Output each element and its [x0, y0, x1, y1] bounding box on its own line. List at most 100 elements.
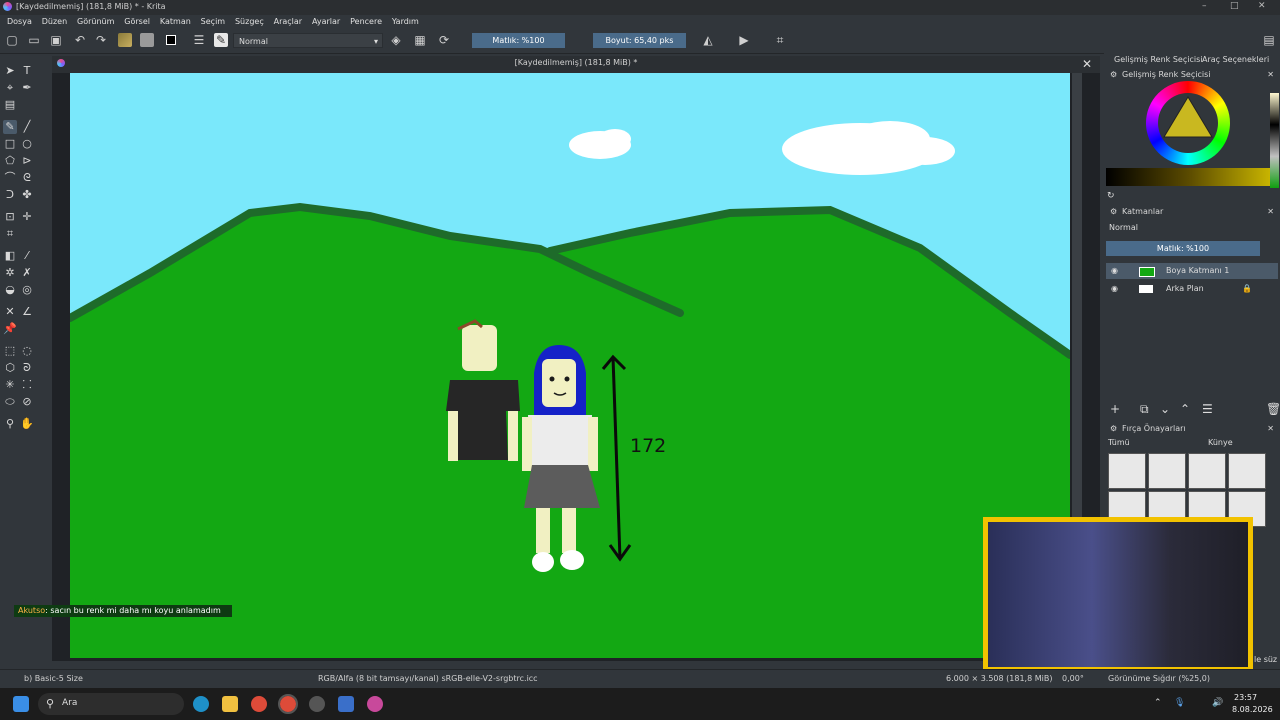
new-document-icon[interactable]: ▢	[5, 33, 19, 47]
patch-icon[interactable]: ▤	[3, 98, 17, 112]
layers-blend-select[interactable]: Normal	[1106, 221, 1259, 235]
eye-icon[interactable]: ◉	[1111, 281, 1118, 297]
select-shapes-icon[interactable]: ➤	[3, 64, 17, 78]
undo-icon[interactable]: ↶	[73, 33, 87, 47]
menu-view[interactable]: Görünüm	[77, 15, 114, 29]
close-icon[interactable]: ✕	[1267, 205, 1274, 218]
brush-settings-icon[interactable]: ☰	[192, 33, 206, 47]
layers-opacity-slider[interactable]: Matlık: %100	[1106, 241, 1260, 256]
text-tool-icon[interactable]: T	[20, 64, 34, 78]
bezier-select-icon[interactable]: ⬭	[3, 395, 17, 409]
obs-icon[interactable]	[309, 696, 325, 712]
app-icon[interactable]	[338, 696, 354, 712]
close-window-button[interactable]: ✕	[1258, 1, 1266, 11]
layer-properties-icon[interactable]: ☰	[1202, 402, 1213, 416]
minimize-button[interactable]: –	[1202, 1, 1207, 11]
menu-settings[interactable]: Ayarlar	[312, 15, 340, 29]
freehand-select-icon[interactable]: ᘐ	[20, 361, 34, 375]
reload-preset-icon[interactable]: ⟳	[437, 33, 451, 47]
brush-preset[interactable]	[1148, 453, 1186, 489]
rect-select-icon[interactable]: ⬚	[3, 344, 17, 358]
edit-shapes-icon[interactable]: ⌖	[3, 81, 17, 95]
bezier-tool-icon[interactable]: ⌒	[3, 171, 17, 185]
move-down-icon[interactable]: ⌄	[1160, 402, 1170, 416]
zoom-tool-icon[interactable]: ⚲	[3, 417, 17, 431]
delete-layer-icon[interactable]: 🗑	[1266, 402, 1280, 416]
assistant-tool-icon[interactable]: ✕	[3, 305, 17, 319]
taskbar-search[interactable]: ⚲ Ara	[38, 693, 184, 715]
redo-icon[interactable]: ↷	[94, 33, 108, 47]
close-icon[interactable]: ✕	[1267, 68, 1274, 81]
duplicate-layer-icon[interactable]: ⧉	[1140, 402, 1149, 416]
dynamic-brush-icon[interactable]: ᑐ	[3, 188, 17, 202]
menu-help[interactable]: Yardım	[392, 15, 419, 29]
refresh-icon[interactable]: ↻	[1107, 191, 1115, 201]
menu-window[interactable]: Pencere	[350, 15, 382, 29]
color-history-strip[interactable]	[1106, 168, 1270, 186]
multibrush-icon[interactable]: ✤	[20, 188, 34, 202]
gradient-tool-icon[interactable]: ◧	[3, 249, 17, 263]
pattern-swatch-icon[interactable]	[140, 33, 154, 47]
menu-filter[interactable]: Süzgeç	[235, 15, 264, 29]
colorize-mask-icon[interactable]: ✲	[3, 266, 17, 280]
maximize-button[interactable]: □	[1230, 1, 1239, 11]
color-picker-icon[interactable]: ⁄	[20, 249, 34, 263]
polygon-select-icon[interactable]: ⬡	[3, 361, 17, 375]
close-document-icon[interactable]: ✕	[1082, 57, 1092, 71]
chrome-active-icon[interactable]	[278, 694, 298, 714]
brush-preset[interactable]	[1188, 453, 1226, 489]
file-explorer-icon[interactable]	[222, 696, 238, 712]
blend-mode-select[interactable]: Normal ▾	[233, 33, 383, 48]
brush-filter-select[interactable]: Tümü	[1108, 437, 1200, 449]
freehand-path-icon[interactable]: ᘓ	[20, 171, 34, 185]
measure-tool-icon[interactable]: ∠	[20, 305, 34, 319]
layer-row[interactable]: ◉ Boya Katmanı 1	[1106, 263, 1278, 279]
hue-ring[interactable]	[1146, 81, 1230, 165]
menu-edit[interactable]: Düzen	[42, 15, 67, 29]
line-tool-icon[interactable]: ╱	[20, 120, 34, 134]
tab-color-selector[interactable]: Gelişmiş Renk Seçicisi	[1114, 55, 1202, 64]
tab-tool-options[interactable]: Araç Seçenekleri	[1202, 55, 1269, 64]
move-up-icon[interactable]: ⌃	[1180, 402, 1190, 416]
rectangle-tool-icon[interactable]: □	[3, 137, 17, 151]
gear-icon[interactable]: ⚙	[1110, 422, 1117, 435]
ellipse-select-icon[interactable]: ◌	[20, 344, 34, 358]
brush-preset-icon[interactable]: ✎	[214, 33, 228, 47]
gear-icon[interactable]: ⚙	[1110, 68, 1117, 81]
add-layer-icon[interactable]: +	[1110, 402, 1120, 416]
polyline-tool-icon[interactable]: ⊳	[20, 154, 34, 168]
fg-bg-color-icon[interactable]	[164, 33, 178, 47]
lock-icon[interactable]: 🔒	[1242, 281, 1252, 297]
menu-select[interactable]: Seçim	[201, 15, 225, 29]
ellipse-tool-icon[interactable]: ○	[20, 137, 34, 151]
move-tool-icon[interactable]: ✛	[20, 210, 34, 224]
mirror-horizontal-icon[interactable]: ◭	[701, 33, 715, 47]
size-slider[interactable]: Boyut: 65,40 pks	[593, 33, 686, 48]
krita-taskbar-icon[interactable]	[367, 696, 383, 712]
menu-image[interactable]: Görsel	[124, 15, 150, 29]
calligraphy-icon[interactable]: ✒	[20, 81, 34, 95]
windows-start-icon[interactable]	[13, 696, 29, 712]
transform-tool-icon[interactable]: ⊡	[3, 210, 17, 224]
smart-patch-icon[interactable]: ✗	[20, 266, 34, 280]
menu-layer[interactable]: Katman	[160, 15, 191, 29]
gear-icon[interactable]: ⚙	[1110, 205, 1117, 218]
edge-icon[interactable]	[193, 696, 209, 712]
mic-icon[interactable]: 🎙	[1174, 698, 1185, 708]
chrome-icon[interactable]	[251, 696, 267, 712]
pan-tool-icon[interactable]: ✋	[20, 417, 34, 431]
freehand-brush-icon[interactable]: ✎	[3, 120, 17, 134]
canvas-area[interactable]: 172	[52, 73, 1100, 661]
alpha-lock-icon[interactable]: ▦	[413, 33, 427, 47]
mirror-vertical-icon[interactable]: ▶	[737, 33, 751, 47]
eye-icon[interactable]: ◉	[1111, 263, 1118, 279]
enclose-fill-icon[interactable]: ◎	[20, 283, 34, 297]
brush-preset[interactable]	[1228, 453, 1266, 489]
fill-tool-icon[interactable]: ◒	[3, 283, 17, 297]
menu-tools[interactable]: Araçlar	[274, 15, 302, 29]
open-folder-icon[interactable]: ▭	[27, 33, 41, 47]
layer-row[interactable]: ◉ Arka Plan 🔒	[1106, 281, 1278, 297]
reference-tool-icon[interactable]: 📌	[3, 322, 17, 336]
brush-tag-select[interactable]: Künye	[1208, 437, 1258, 449]
contiguous-select-icon[interactable]: ✳	[3, 378, 17, 392]
